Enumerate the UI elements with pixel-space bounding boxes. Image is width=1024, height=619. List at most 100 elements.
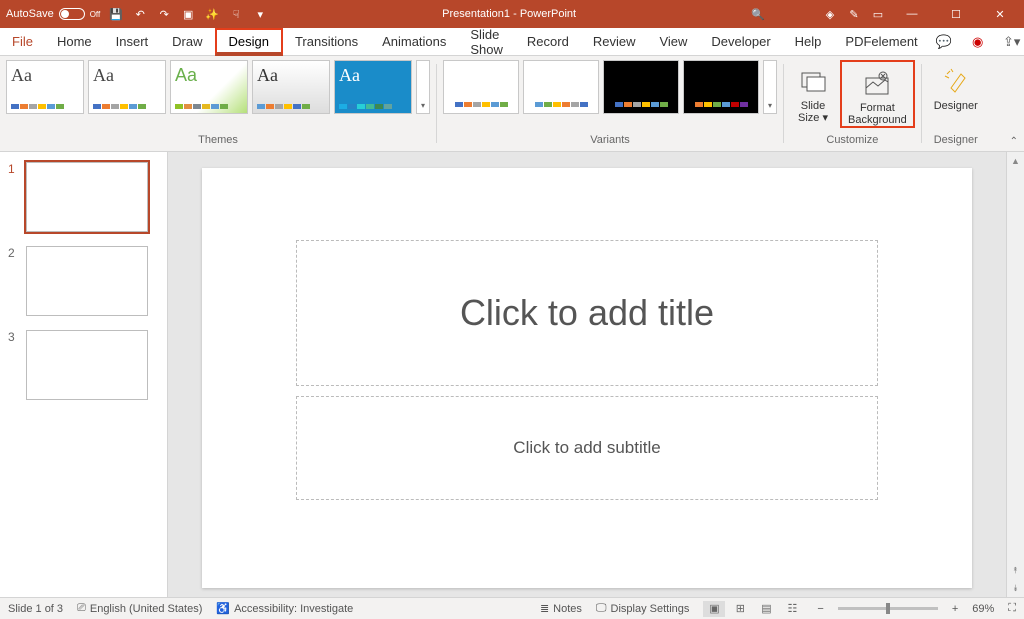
variant-4[interactable] (683, 60, 759, 114)
tab-view[interactable]: View (647, 28, 699, 55)
designer-icon (943, 64, 969, 98)
color-swatches-icon (455, 102, 508, 107)
slide-size-icon (799, 64, 827, 98)
tab-home[interactable]: Home (45, 28, 104, 55)
theme-office[interactable]: Aa (6, 60, 84, 114)
slide-panel[interactable]: 1 2 3 (0, 152, 168, 597)
format-background-icon (863, 66, 891, 100)
color-swatches-icon (175, 104, 243, 109)
tab-pdfelement[interactable]: PDFelement (833, 28, 929, 55)
notes-icon: ≣ (540, 602, 549, 615)
color-swatches-icon (535, 102, 588, 107)
slide-size-button[interactable]: Slide Size ▾ (790, 60, 836, 124)
zoom-in-button[interactable]: + (952, 603, 958, 615)
share-icon[interactable]: ⇪▾ (998, 31, 1024, 53)
zoom-slider[interactable] (838, 607, 938, 610)
normal-view-icon[interactable]: ▣ (703, 601, 725, 617)
color-swatches-icon (695, 102, 748, 107)
vertical-scrollbar[interactable]: ▲ ⯭ ⯯ (1006, 152, 1024, 597)
display-icon: 🖵 (596, 602, 607, 615)
slide-canvas[interactable]: Click to add title Click to add subtitle (202, 168, 972, 588)
tab-developer[interactable]: Developer (699, 28, 782, 55)
comments-icon[interactable]: 💬 (930, 31, 958, 53)
reading-view-icon[interactable]: ▤ (755, 601, 777, 617)
variant-3[interactable] (603, 60, 679, 114)
title-placeholder[interactable]: Click to add title (296, 240, 878, 386)
coming-soon-icon[interactable]: ✎ (846, 6, 862, 22)
zoom-out-button[interactable]: − (817, 603, 823, 615)
quick-access-icon[interactable]: ✨ (204, 6, 220, 22)
customize-group: Slide Size ▾ Format Background Customize (784, 56, 921, 151)
tab-design[interactable]: Design (215, 28, 283, 56)
tab-slideshow[interactable]: Slide Show (458, 28, 515, 55)
tab-record[interactable]: Record (515, 28, 581, 55)
collapse-ribbon-icon[interactable]: ⌃ (1010, 136, 1018, 147)
variant-2[interactable] (523, 60, 599, 114)
scroll-up-icon[interactable]: ▲ (1007, 152, 1024, 170)
autosave-state: Off (90, 10, 101, 19)
thumbnail-icon (26, 246, 148, 316)
redo-icon[interactable]: ↷ (156, 6, 172, 22)
prev-slide-icon[interactable]: ⯭ (1007, 561, 1024, 579)
color-swatches-icon (339, 104, 407, 109)
themes-group: Aa Aa Aa Aa Aa ▾ Themes (0, 56, 436, 151)
sorter-view-icon[interactable]: ⊞ (729, 601, 751, 617)
theme-integral[interactable]: Aa (334, 60, 412, 114)
minimize-button[interactable]: — (894, 0, 930, 28)
variants-group: ▾ Variants (437, 56, 783, 151)
record-icon[interactable]: ◉ (964, 31, 992, 53)
designer-group-label: Designer (934, 133, 978, 149)
tab-insert[interactable]: Insert (104, 28, 161, 55)
slide-counter[interactable]: Slide 1 of 3 (8, 603, 63, 615)
save-icon[interactable]: 💾 (108, 6, 124, 22)
search-icon[interactable]: 🔍 (750, 6, 766, 22)
tab-animations[interactable]: Animations (370, 28, 458, 55)
tab-draw[interactable]: Draw (160, 28, 214, 55)
format-background-button[interactable]: Format Background (840, 60, 915, 128)
notes-button[interactable]: ≣Notes (540, 602, 582, 615)
premium-icon[interactable]: ◈ (822, 6, 838, 22)
color-swatches-icon (11, 104, 79, 109)
slide-thumbnail-1[interactable]: 1 (8, 162, 159, 232)
variants-more-icon[interactable]: ▾ (763, 60, 777, 114)
touch-mode-icon[interactable]: ☟ (228, 6, 244, 22)
theme-gray[interactable]: Aa (252, 60, 330, 114)
undo-icon[interactable]: ↶ (132, 6, 148, 22)
display-settings-button[interactable]: 🖵Display Settings (596, 602, 689, 615)
variants-group-label: Variants (590, 133, 630, 149)
theme-alt1[interactable]: Aa (88, 60, 166, 114)
theme-facet[interactable]: Aa (170, 60, 248, 114)
tab-help[interactable]: Help (783, 28, 834, 55)
subtitle-placeholder[interactable]: Click to add subtitle (296, 396, 878, 500)
accessibility-button[interactable]: ♿Accessibility: Investigate (216, 602, 353, 615)
tab-file[interactable]: File (0, 28, 45, 55)
slideshow-view-icon[interactable]: ☷ (781, 601, 803, 617)
color-swatches-icon (93, 104, 161, 109)
designer-button[interactable]: Designer (928, 60, 984, 112)
next-slide-icon[interactable]: ⯯ (1007, 579, 1024, 597)
tab-transitions[interactable]: Transitions (283, 28, 370, 55)
slide-thumbnail-2[interactable]: 2 (8, 246, 159, 316)
title-bar: AutoSave Off 💾 ↶ ↷ ▣ ✨ ☟ ▾ Presentation1… (0, 0, 1024, 28)
window-options-icon[interactable]: ▭ (870, 6, 886, 22)
themes-more-icon[interactable]: ▾ (416, 60, 430, 114)
accessibility-icon: ♿ (216, 602, 230, 615)
variant-1[interactable] (443, 60, 519, 114)
slider-handle-icon[interactable] (886, 603, 890, 614)
autosave-label: AutoSave (6, 8, 54, 20)
tab-review[interactable]: Review (581, 28, 648, 55)
autosave-toggle[interactable]: AutoSave Off (6, 8, 100, 20)
close-button[interactable]: ✕ (982, 0, 1018, 28)
toggle-off-icon (59, 8, 85, 20)
fit-to-window-icon[interactable]: ⛶ (1008, 602, 1016, 615)
designer-group: Designer Designer (922, 56, 990, 151)
color-swatches-icon (615, 102, 668, 107)
customize-qat-icon[interactable]: ▾ (252, 6, 268, 22)
status-bar: Slide 1 of 3 ⎚English (United States) ♿A… (0, 597, 1024, 619)
from-beginning-icon[interactable]: ▣ (180, 6, 196, 22)
language-button[interactable]: ⎚English (United States) (77, 602, 202, 615)
slide-thumbnail-3[interactable]: 3 (8, 330, 159, 400)
maximize-button[interactable]: ☐ (938, 0, 974, 28)
zoom-level[interactable]: 69% (972, 603, 994, 615)
view-switcher: ▣ ⊞ ▤ ☷ (703, 601, 803, 617)
